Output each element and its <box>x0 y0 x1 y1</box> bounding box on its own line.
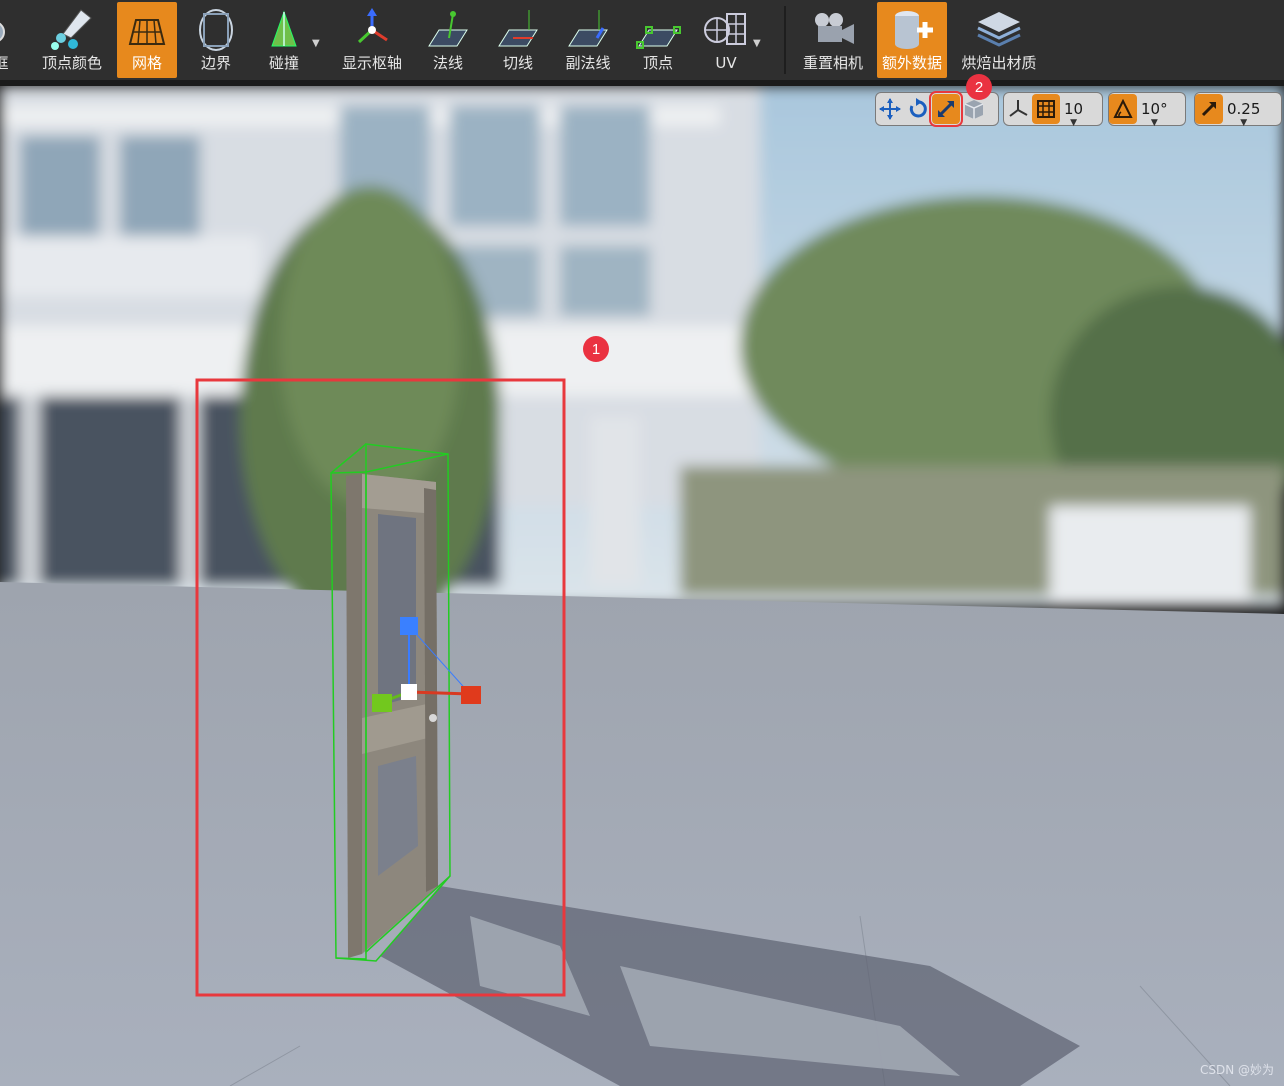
door-mesh[interactable] <box>346 474 438 958</box>
watermark: CSDN @妙为 <box>1199 1063 1274 1077</box>
viewport-scene <box>0 86 1284 1086</box>
scale-snap-icon <box>1201 101 1217 117</box>
mesh-editor-toolbar: 框 顶点颜色 网格 边界 碰撞 ▼ 显示枢轴 法线 切线 副法线 顶点 UV ▼… <box>0 0 1284 86</box>
scale-snap-value[interactable]: 0.25 ▼ <box>1223 100 1264 128</box>
bounds-icon <box>199 9 233 51</box>
move-icon <box>879 98 901 120</box>
static-mesh-viewport[interactable] <box>0 86 1284 1086</box>
toolbar-button-mesh[interactable]: 网格 <box>117 2 177 78</box>
toolbar-button-bake-material[interactable]: 烘焙出材质 <box>956 2 1042 78</box>
toolbar-button-uv[interactable]: UV <box>698 2 754 78</box>
collision-icon <box>271 10 297 47</box>
toolbar-button-normals[interactable]: 法线 <box>420 2 476 78</box>
toolbar-label: 框 <box>0 54 9 72</box>
additional-data-icon <box>895 11 933 49</box>
toolbar-separator <box>784 6 786 74</box>
scale-mode-button[interactable] <box>929 91 963 127</box>
toolbar-label: 烘焙出材质 <box>961 54 1037 72</box>
toolbar-label: 显示枢轴 <box>341 54 402 72</box>
angle-icon <box>1113 99 1133 118</box>
toolbar-button-bounds[interactable]: 边界 <box>186 2 246 78</box>
rotate-mode-button[interactable] <box>904 94 932 124</box>
toolbar-label: 顶点 <box>642 54 673 72</box>
reset-camera-icon <box>815 13 854 44</box>
gizmo-center-handle <box>401 684 417 700</box>
annotation-marker-1: 1 <box>583 336 609 362</box>
vertices-icon <box>636 26 681 49</box>
scale-snap-group: 0.25 ▼ <box>1194 92 1282 128</box>
toolbar-button-collision[interactable]: 碰撞 <box>254 2 314 78</box>
toolbar-button-additional-data[interactable]: 额外数据 <box>877 2 947 78</box>
toolbar-label: 副法线 <box>565 54 611 72</box>
toolbar-label: 切线 <box>502 54 533 72</box>
rotation-snap-value[interactable]: 10° ▼ <box>1137 100 1172 128</box>
toolbar-label: 法线 <box>432 54 463 72</box>
binormals-icon <box>568 10 608 47</box>
toolbar-button-tangents[interactable]: 切线 <box>490 2 546 78</box>
pivot-icon <box>357 8 388 44</box>
chevron-down-icon: ▼ <box>1240 118 1248 128</box>
toolbar-label: 额外数据 <box>881 54 942 72</box>
toolbar-label: 网格 <box>131 54 162 72</box>
tangents-icon <box>498 10 538 47</box>
background-building <box>0 86 1284 636</box>
scale-snap-toggle[interactable] <box>1195 94 1223 124</box>
grid-snap-group: 10 ▼ <box>1003 92 1103 128</box>
collision-dropdown-arrow[interactable]: ▼ <box>312 38 320 49</box>
cube-icon <box>964 100 984 119</box>
toolbar-button-binormals[interactable]: 副法线 <box>560 2 616 78</box>
grid-icon <box>1037 100 1055 118</box>
uv-icon <box>704 13 746 45</box>
grid-snap-toggle[interactable] <box>1032 94 1060 124</box>
rotate-icon <box>909 98 927 118</box>
toolbar-button-vertices[interactable]: 顶点 <box>630 2 686 78</box>
coordinate-space-button[interactable] <box>1004 94 1032 124</box>
toolbar-label: 边界 <box>200 54 231 72</box>
uv-dropdown-arrow[interactable]: ▼ <box>753 38 761 49</box>
scale-icon <box>937 100 955 118</box>
toolbar-button-wireframe[interactable]: 框 <box>0 2 16 78</box>
toolbar-label: 顶点颜色 <box>41 54 102 72</box>
rotation-snap-group: 10° ▼ <box>1108 92 1186 128</box>
toolbar-label: 重置相机 <box>802 54 863 72</box>
gizmo-x-handle <box>461 686 481 704</box>
vertex-color-icon <box>51 9 92 50</box>
toolbar-button-reset-camera[interactable]: 重置相机 <box>800 2 866 78</box>
gizmo-z-handle <box>400 617 418 635</box>
translate-mode-button[interactable] <box>876 94 904 124</box>
bake-material-icon <box>977 12 1021 47</box>
grid-snap-value[interactable]: 10 ▼ <box>1060 100 1087 128</box>
wireframe-icon <box>0 22 5 42</box>
gizmo-y-handle <box>372 694 392 712</box>
toolbar-button-vertex-color[interactable]: 顶点颜色 <box>36 2 108 78</box>
chevron-down-icon: ▼ <box>1150 118 1158 128</box>
annotation-marker-2: 2 <box>966 74 992 100</box>
rotation-snap-toggle[interactable] <box>1109 94 1137 124</box>
mesh-grid-icon <box>128 19 166 45</box>
toolbar-label: UV <box>715 54 737 72</box>
chevron-down-icon: ▼ <box>1070 118 1078 128</box>
world-axis-icon <box>1009 100 1028 117</box>
normals-icon <box>428 11 468 47</box>
toolbar-label: 碰撞 <box>268 54 299 72</box>
toolbar-button-show-pivot[interactable]: 显示枢轴 <box>338 2 406 78</box>
